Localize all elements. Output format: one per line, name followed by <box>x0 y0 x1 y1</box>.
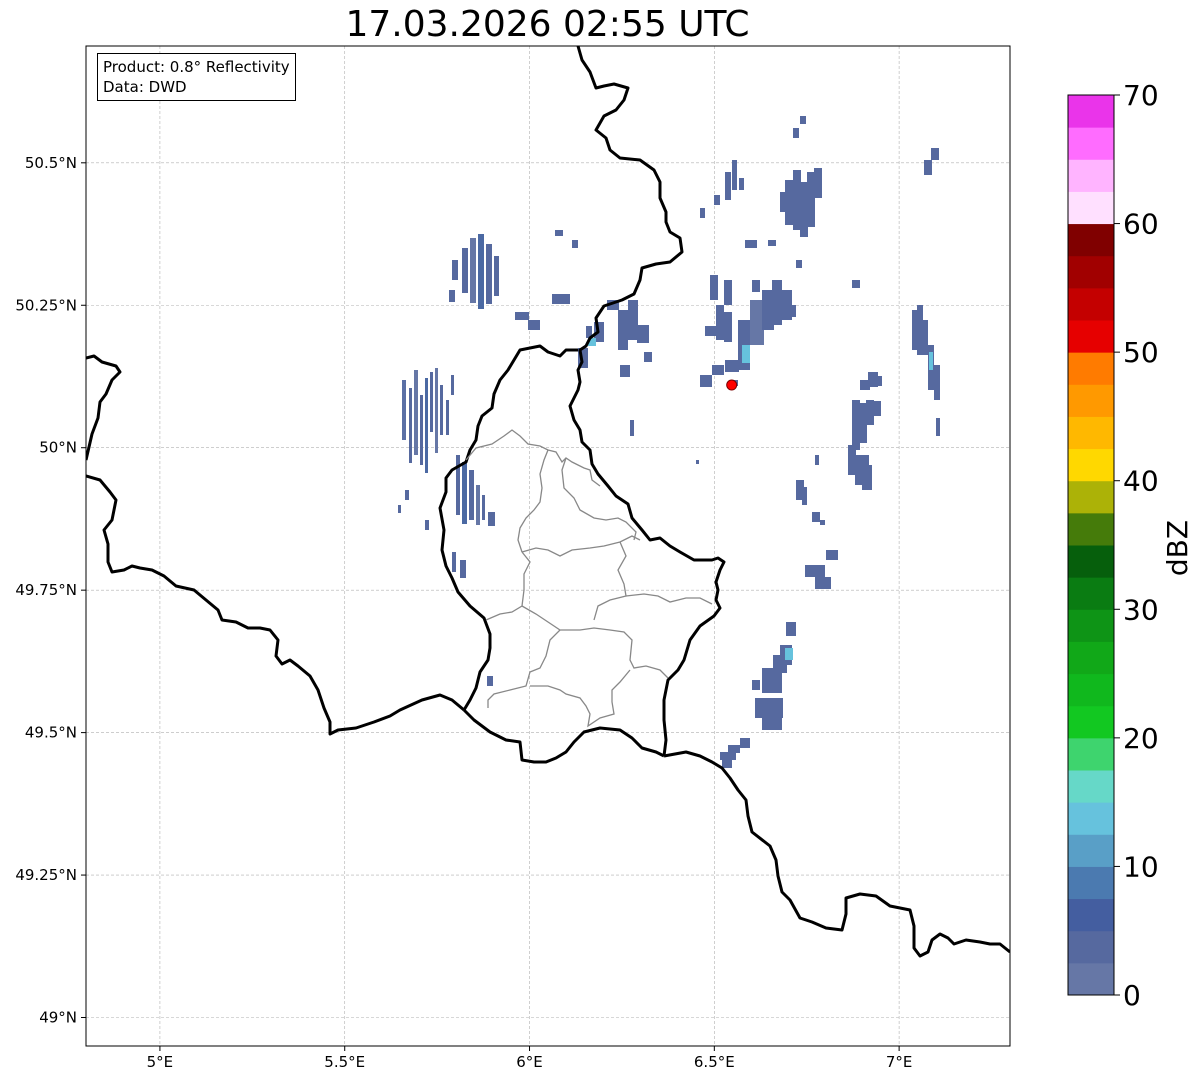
luxembourg-france-border <box>462 708 665 764</box>
colorbar-tick-label: 60 <box>1123 208 1159 241</box>
luxembourg-belgium-border <box>438 344 578 711</box>
colorbar-label: dBZ <box>1161 520 1194 576</box>
x-tick-label: 5°E <box>147 1053 174 1071</box>
echo-cluster-north <box>449 116 940 436</box>
y-tick-label: 49°N <box>39 1009 77 1027</box>
y-tick-label: 49.25°N <box>15 866 77 884</box>
y-tick-label: 50.5°N <box>25 154 77 172</box>
colorbar-segment <box>1068 352 1114 385</box>
country-borders <box>86 46 1010 958</box>
germany-belgium-border <box>568 46 726 757</box>
colorbar-segment <box>1068 770 1114 803</box>
colorbar <box>1068 95 1114 996</box>
radar-site-marker <box>726 379 738 391</box>
x-tick-label: 5.5°E <box>324 1053 365 1071</box>
x-tick-label: 6°E <box>516 1053 543 1071</box>
colorbar-segment <box>1068 255 1114 289</box>
west-border-fragment <box>86 354 122 461</box>
colorbar-segment <box>1068 930 1114 964</box>
echo-cluster-west <box>398 368 495 686</box>
colorbar-segment <box>1068 480 1114 514</box>
colorbar-tick-label: 10 <box>1123 850 1159 883</box>
colorbar-segment <box>1068 641 1114 675</box>
colorbar-tick-label: 0 <box>1123 979 1141 1012</box>
luxembourg-district-borders <box>465 429 713 728</box>
colorbar-segment <box>1068 416 1114 450</box>
colorbar-segment <box>1068 95 1114 128</box>
colorbar-segment <box>1068 320 1114 353</box>
y-tick-label: 50°N <box>39 439 77 457</box>
colorbar-segment <box>1068 737 1114 771</box>
colorbar-tick-label: 20 <box>1123 722 1159 755</box>
colorbar-segment <box>1068 127 1114 160</box>
y-tick-label: 50.25°N <box>15 296 77 314</box>
x-tick-label: 7°E <box>886 1053 913 1071</box>
colorbar-segment <box>1068 159 1114 192</box>
y-tick-label: 49.75°N <box>15 581 77 599</box>
product-text: Product: 0.8° Reflectivity <box>103 58 290 76</box>
colorbar-tick-label: 70 <box>1123 79 1159 112</box>
x-tick-label: 6.5°E <box>694 1053 735 1071</box>
colorbar-segment <box>1068 962 1114 996</box>
colorbar-segment <box>1068 609 1114 642</box>
colorbar-segment <box>1068 384 1114 417</box>
product-info-box: Product: 0.8° Reflectivity Data: DWD <box>97 53 296 101</box>
colorbar-segment <box>1068 512 1114 546</box>
colorbar-segment <box>1068 223 1114 257</box>
colorbar-segment <box>1068 866 1114 900</box>
colorbar-segment <box>1068 545 1114 578</box>
radar-echoes <box>398 116 940 768</box>
colorbar-segment <box>1068 577 1114 610</box>
echo-cluster-east <box>696 400 881 768</box>
radar-map: 5°E 5.5°E 6°E 6.5°E 7°E 50.5°N 50.25°N 50°N 49.7… <box>15 45 1194 1071</box>
colorbar-segment <box>1068 834 1114 867</box>
colorbar-segment <box>1068 191 1114 225</box>
y-tick-label: 49.5°N <box>25 724 77 742</box>
colorbar-tick-label: 50 <box>1123 336 1159 369</box>
data-source-text: Data: DWD <box>103 78 187 96</box>
colorbar-segment <box>1068 802 1114 835</box>
colorbar-ticks: 0 10 20 30 40 50 60 70 <box>1114 79 1159 1012</box>
france-germany-border <box>663 750 1010 958</box>
colorbar-tick-label: 40 <box>1123 465 1159 498</box>
colorbar-segment <box>1068 898 1114 932</box>
colorbar-segment <box>1068 673 1114 707</box>
colorbar-segment <box>1068 448 1114 482</box>
colorbar-segment <box>1068 287 1114 321</box>
belgium-france-border <box>86 474 465 736</box>
colorbar-tick-label: 30 <box>1123 593 1159 626</box>
colorbar-segment <box>1068 705 1114 739</box>
